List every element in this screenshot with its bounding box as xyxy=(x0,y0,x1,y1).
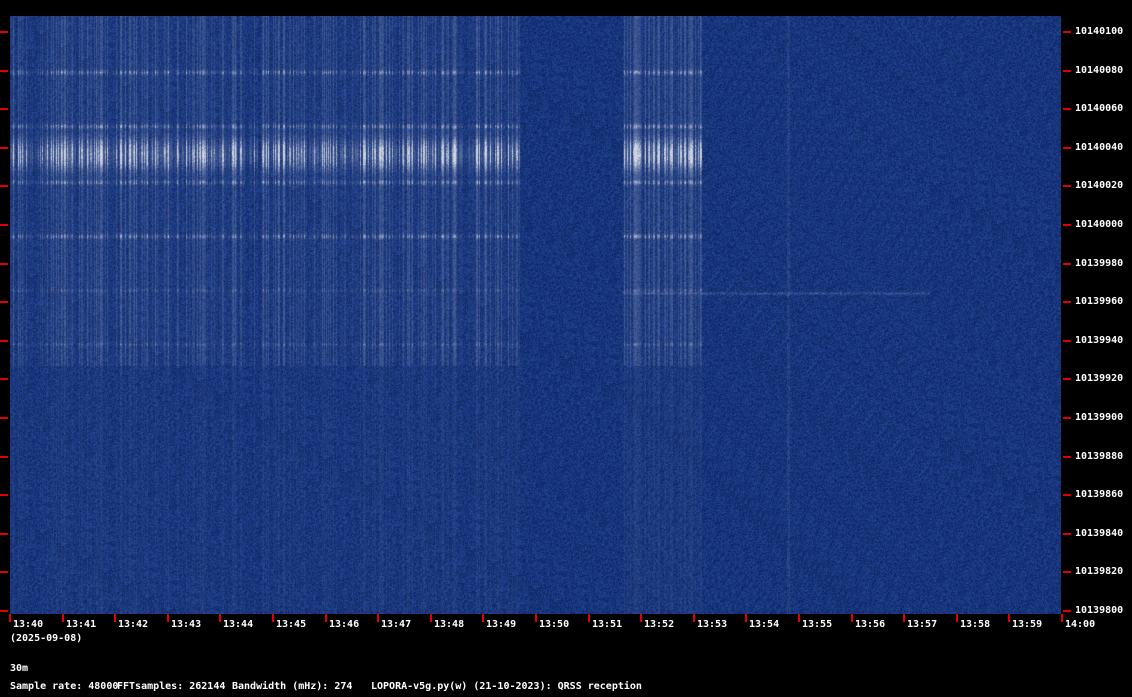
time-tick xyxy=(851,614,853,622)
time-label: 13:56 xyxy=(855,619,886,630)
program-title: LOPORA-v5g.py(w) (21-10-2023): QRSS rece… xyxy=(371,681,642,692)
time-tick xyxy=(377,614,379,622)
time-tick xyxy=(535,614,537,622)
time-label: 13:54 xyxy=(749,619,780,630)
freq-tick-left xyxy=(0,108,8,111)
freq-tick-right xyxy=(1063,494,1071,497)
time-tick xyxy=(62,614,64,622)
freq-label: 10139820 xyxy=(1075,566,1124,578)
freq-label: 10139840 xyxy=(1075,527,1124,539)
freq-tick-right xyxy=(1063,31,1071,33)
freq-tick-right xyxy=(1063,378,1071,381)
time-label: 13:44 xyxy=(223,619,254,630)
date-label: (2025-09-08) xyxy=(10,633,83,644)
time-label: 13:47 xyxy=(381,619,412,630)
time-label: 14:00 xyxy=(1065,619,1096,630)
time-label: 13:48 xyxy=(434,619,465,630)
freq-tick-right xyxy=(1063,610,1071,612)
time-tick xyxy=(956,614,958,622)
freq-label: 10140060 xyxy=(1075,103,1124,115)
time-label: 13:51 xyxy=(592,619,623,630)
time-label: 13:59 xyxy=(1012,619,1043,630)
time-tick xyxy=(272,614,274,622)
time-tick xyxy=(693,614,695,622)
freq-tick-right xyxy=(1063,108,1071,111)
time-tick xyxy=(588,614,590,622)
freq-label: 10140100 xyxy=(1075,26,1124,37)
time-tick xyxy=(219,614,221,622)
time-label: 13:46 xyxy=(329,619,360,630)
freq-tick-right xyxy=(1063,417,1071,419)
time-label: 13:49 xyxy=(486,619,517,630)
freq-tick-left xyxy=(0,339,8,342)
freq-label: 10139880 xyxy=(1075,450,1124,462)
time-label: 13:42 xyxy=(118,619,149,630)
freq-tick-left xyxy=(0,378,8,381)
freq-label: 10140000 xyxy=(1075,219,1124,230)
freq-label: 10139940 xyxy=(1075,334,1124,346)
freq-tick-right xyxy=(1063,301,1071,304)
freq-label: 10140040 xyxy=(1075,141,1124,153)
band-label: 30m xyxy=(10,663,29,674)
time-tick xyxy=(1008,614,1010,622)
freq-tick-left xyxy=(0,494,8,497)
time-label: 13:45 xyxy=(276,619,307,630)
freq-tick-left xyxy=(0,610,8,612)
freq-tick-left xyxy=(0,571,8,574)
freq-tick-right xyxy=(1063,146,1071,149)
freq-label: 10139900 xyxy=(1075,412,1124,423)
freq-tick-right xyxy=(1063,224,1071,226)
freq-label: 10140080 xyxy=(1075,64,1124,76)
time-label: 13:41 xyxy=(66,619,97,630)
freq-tick-right xyxy=(1063,532,1071,535)
time-tick xyxy=(1061,614,1063,622)
time-tick xyxy=(114,614,116,622)
time-tick xyxy=(903,614,905,622)
freq-tick-left xyxy=(0,185,8,188)
freq-tick-right xyxy=(1063,571,1071,574)
time-label: 13:58 xyxy=(960,619,991,630)
sample-rate-label: Sample rate: 48000 xyxy=(10,681,119,692)
bandwidth-label: Bandwidth (mHz): 274 xyxy=(232,681,353,692)
freq-label: 10139860 xyxy=(1075,489,1124,501)
time-label: 13:43 xyxy=(171,619,202,630)
freq-tick-right xyxy=(1063,185,1071,188)
time-tick xyxy=(640,614,642,622)
time-tick xyxy=(745,614,747,622)
time-tick xyxy=(167,614,169,622)
freq-tick-left xyxy=(0,455,8,458)
time-tick xyxy=(430,614,432,622)
time-label: 13:52 xyxy=(644,619,675,630)
time-label: 13:53 xyxy=(697,619,728,630)
fft-samples-label: FFTsamples: 262144 xyxy=(117,681,226,692)
time-tick xyxy=(482,614,484,622)
time-tick xyxy=(798,614,800,622)
freq-tick-left xyxy=(0,224,8,226)
freq-label: 10139920 xyxy=(1075,373,1124,385)
freq-tick-left xyxy=(0,532,8,535)
freq-tick-right xyxy=(1063,69,1071,72)
freq-tick-left xyxy=(0,146,8,149)
time-tick xyxy=(9,614,11,622)
freq-tick-right xyxy=(1063,262,1071,265)
time-label: 13:55 xyxy=(802,619,833,630)
freq-tick-left xyxy=(0,262,8,265)
freq-label: 10139960 xyxy=(1075,296,1124,308)
freq-tick-right xyxy=(1063,455,1071,458)
time-tick xyxy=(325,614,327,622)
freq-tick-left xyxy=(0,417,8,419)
freq-label: 10139980 xyxy=(1075,257,1124,269)
freq-tick-left xyxy=(0,31,8,33)
freq-tick-right xyxy=(1063,339,1071,342)
time-label: 13:40 xyxy=(13,619,44,630)
freq-tick-left xyxy=(0,301,8,304)
time-label: 13:50 xyxy=(539,619,570,630)
freq-tick-left xyxy=(0,69,8,72)
freq-label: 10139800 xyxy=(1075,605,1124,616)
spectrogram-display[interactable] xyxy=(10,16,1061,614)
time-label: 13:57 xyxy=(907,619,938,630)
freq-label: 10140020 xyxy=(1075,180,1124,192)
